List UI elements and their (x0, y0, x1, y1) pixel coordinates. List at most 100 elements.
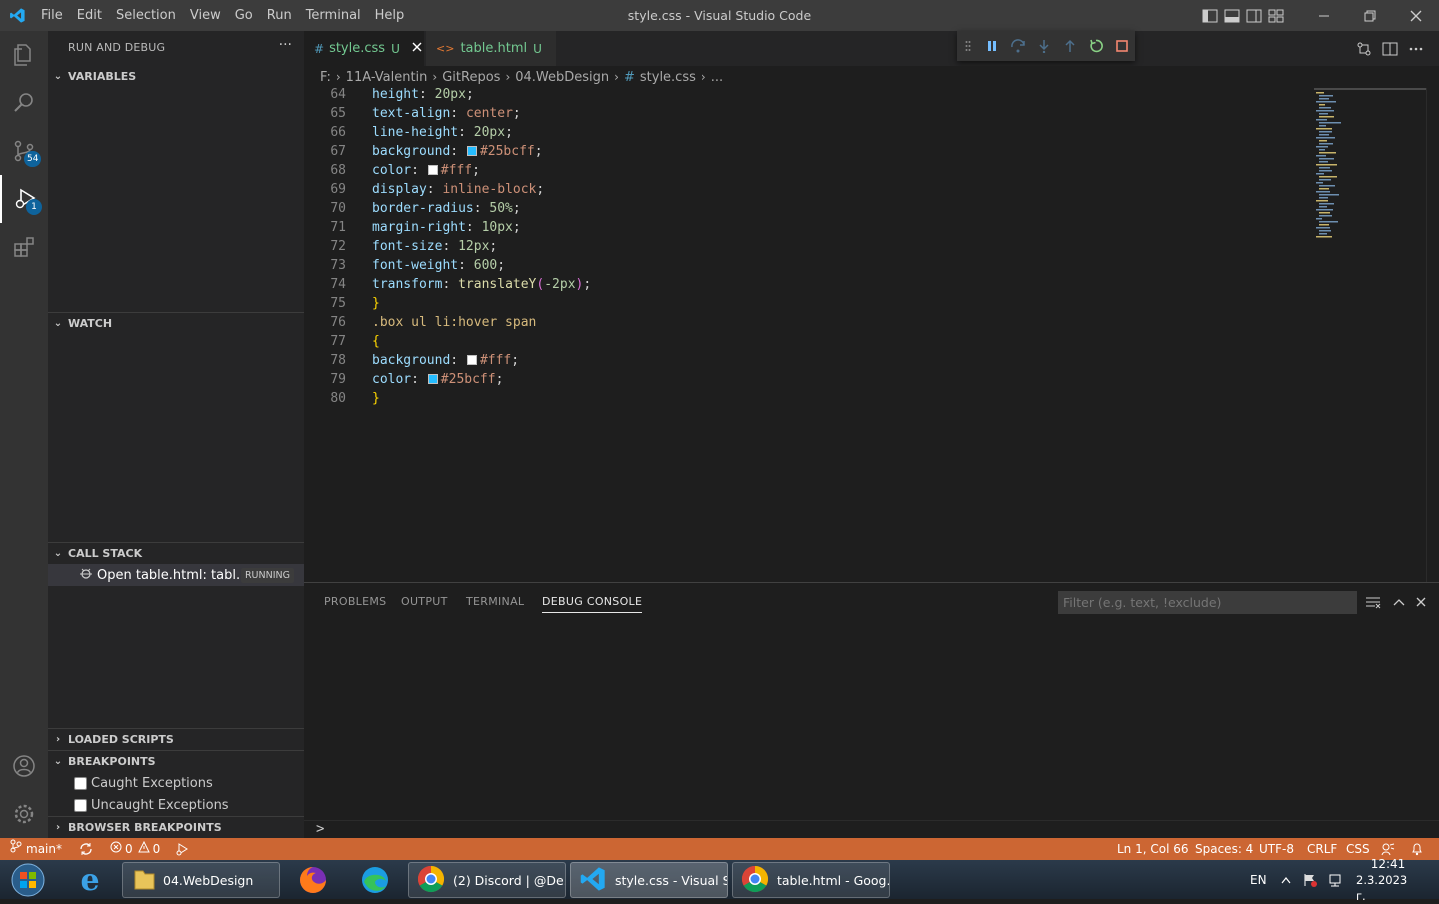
breadcrumb-item[interactable]: style.css (640, 70, 696, 85)
checkbox[interactable] (74, 798, 87, 812)
code-line[interactable]: 70 border-radius: 50%; (304, 199, 1304, 218)
code-line[interactable]: 76 .box ul li:hover span (304, 313, 1304, 332)
open-changes-icon[interactable] (1351, 34, 1377, 64)
debug-console-input[interactable]: > (304, 820, 1439, 839)
breadcrumb-item[interactable]: 04.WebDesign (515, 70, 609, 85)
menu-view[interactable]: View (183, 0, 228, 31)
maximize-panel-icon[interactable] (1388, 591, 1410, 613)
tab-terminal[interactable]: TERMINAL (466, 595, 524, 608)
call-stack-item[interactable]: Open table.html: tabl... RUNNING (48, 564, 304, 586)
code-line[interactable]: 80} (304, 389, 1304, 408)
source-control-icon[interactable]: 54 (0, 127, 48, 175)
start-button[interactable] (0, 862, 56, 898)
breakpoints-section-header[interactable]: ⌄ BREAKPOINTS (48, 750, 304, 772)
customize-layout-icon[interactable] (1265, 0, 1287, 31)
internet-explorer-icon[interactable]: e (62, 862, 118, 898)
browser-breakpoints-section-header[interactable]: › BROWSER BREAKPOINTS (48, 816, 304, 838)
tab-style-css[interactable]: # style.css U (304, 31, 424, 66)
code-line[interactable]: 66 line-height: 20px; (304, 123, 1304, 142)
search-icon[interactable] (0, 79, 48, 127)
show-hidden-icons-icon[interactable] (1281, 860, 1291, 899)
code-line[interactable]: 64 height: 20px; (304, 88, 1304, 104)
network-icon[interactable] (1327, 860, 1343, 899)
code-line[interactable]: 78 background: #fff; (304, 351, 1304, 370)
watch-section-header[interactable]: ⌄ WATCH (48, 312, 304, 334)
color-swatch[interactable] (427, 165, 438, 175)
code-line[interactable]: 68 color: #fff; (304, 161, 1304, 180)
step-over-icon[interactable] (1005, 31, 1031, 61)
run-and-debug-icon[interactable]: 1 (0, 175, 48, 223)
menu-terminal[interactable]: Terminal (299, 0, 368, 31)
branch-indicator[interactable]: main* (10, 838, 62, 860)
more-actions-icon[interactable] (1403, 34, 1429, 64)
problems-indicator[interactable]: 0 0 (110, 838, 160, 860)
manage-gear-icon[interactable] (0, 790, 48, 838)
extensions-icon[interactable] (0, 223, 48, 271)
code-line[interactable]: 75} (304, 294, 1304, 313)
firefox-icon[interactable] (285, 862, 341, 898)
code-line[interactable]: 77 { (304, 332, 1304, 351)
clock[interactable]: 12:41 2.3.2023 г. (1356, 857, 1420, 903)
tab-output[interactable]: OUTPUT (401, 595, 448, 608)
code-line[interactable]: 67 background: #25bcff; (304, 142, 1304, 161)
variables-section-header[interactable]: ⌄ VARIABLES (48, 65, 304, 87)
more-actions-button[interactable]: ··· (279, 37, 292, 53)
menu-help[interactable]: Help (368, 0, 412, 31)
breakpoint-uncaught-exceptions[interactable]: Uncaught Exceptions (74, 794, 229, 816)
menu-file[interactable]: File (34, 0, 70, 31)
input-language[interactable]: EN (1250, 860, 1267, 899)
tab-debug-console[interactable]: DEBUG CONSOLE (542, 595, 643, 613)
menu-run[interactable]: Run (260, 0, 299, 31)
toggle-primary-sidebar-icon[interactable] (1199, 0, 1221, 31)
action-center-flag-icon[interactable] (1303, 860, 1317, 899)
code-editor[interactable]: 64 height: 20px; 65 text-align: center; 66 li… (304, 88, 1439, 582)
accounts-icon[interactable] (0, 742, 48, 790)
toggle-panel-icon[interactable] (1221, 0, 1243, 31)
stop-icon[interactable] (1109, 31, 1135, 61)
checkbox[interactable] (74, 776, 87, 790)
indentation[interactable]: Spaces: 4 (1195, 838, 1253, 860)
taskbar-item-folder[interactable]: 04.WebDesign (122, 862, 280, 898)
close-window-button[interactable] (1393, 0, 1439, 31)
sync-icon[interactable] (79, 838, 93, 860)
breadcrumb-item[interactable]: ... (711, 70, 723, 85)
minimap[interactable] (1314, 88, 1426, 248)
tab-problems[interactable]: PROBLEMS (324, 595, 386, 608)
minimize-button[interactable] (1301, 0, 1347, 31)
encoding[interactable]: UTF-8 (1259, 838, 1294, 860)
breadcrumb-item[interactable]: 11A-Valentin (346, 70, 428, 85)
restart-icon[interactable] (1083, 31, 1109, 61)
cursor-position[interactable]: Ln 1, Col 66 (1117, 838, 1189, 860)
code-line[interactable]: 69 display: inline-block; (304, 180, 1304, 199)
call-stack-section-header[interactable]: ⌄ CALL STACK (48, 542, 304, 564)
close-icon[interactable] (412, 41, 422, 56)
color-swatch[interactable] (466, 355, 477, 365)
clear-console-icon[interactable] (1362, 591, 1384, 613)
notifications-bell-icon[interactable] (1411, 838, 1423, 860)
step-into-icon[interactable] (1031, 31, 1057, 61)
menu-selection[interactable]: Selection (109, 0, 183, 31)
drag-handle-icon[interactable] (957, 31, 979, 61)
taskbar-item-table-chrome[interactable]: table.html - Goog... (732, 862, 890, 898)
color-swatch[interactable] (427, 374, 438, 384)
pause-icon[interactable] (979, 31, 1005, 61)
taskbar-item-discord-chrome[interactable]: (2) Discord | @De... (408, 862, 566, 898)
restore-button[interactable] (1347, 0, 1393, 31)
toggle-secondary-sidebar-icon[interactable] (1243, 0, 1265, 31)
language-mode[interactable]: CSS (1346, 838, 1370, 860)
debug-status-icon[interactable] (175, 838, 189, 860)
code-line[interactable]: 71 margin-right: 10px; (304, 218, 1304, 237)
filter-input[interactable] (1058, 591, 1357, 614)
menu-edit[interactable]: Edit (70, 0, 109, 31)
step-out-icon[interactable] (1057, 31, 1083, 61)
breadcrumb-item[interactable]: GitRepos (442, 70, 500, 85)
menu-go[interactable]: Go (228, 0, 260, 31)
code-line[interactable]: 72 font-size: 12px; (304, 237, 1304, 256)
explorer-icon[interactable] (0, 31, 48, 79)
edge-icon[interactable] (347, 862, 403, 898)
split-editor-icon[interactable] (1377, 34, 1403, 64)
code-line[interactable]: 74 transform: translateY(-2px); (304, 275, 1304, 294)
breakpoint-caught-exceptions[interactable]: Caught Exceptions (74, 772, 213, 794)
breadcrumb-item[interactable]: F: (320, 70, 331, 85)
code-line[interactable]: 73 font-weight: 600; (304, 256, 1304, 275)
